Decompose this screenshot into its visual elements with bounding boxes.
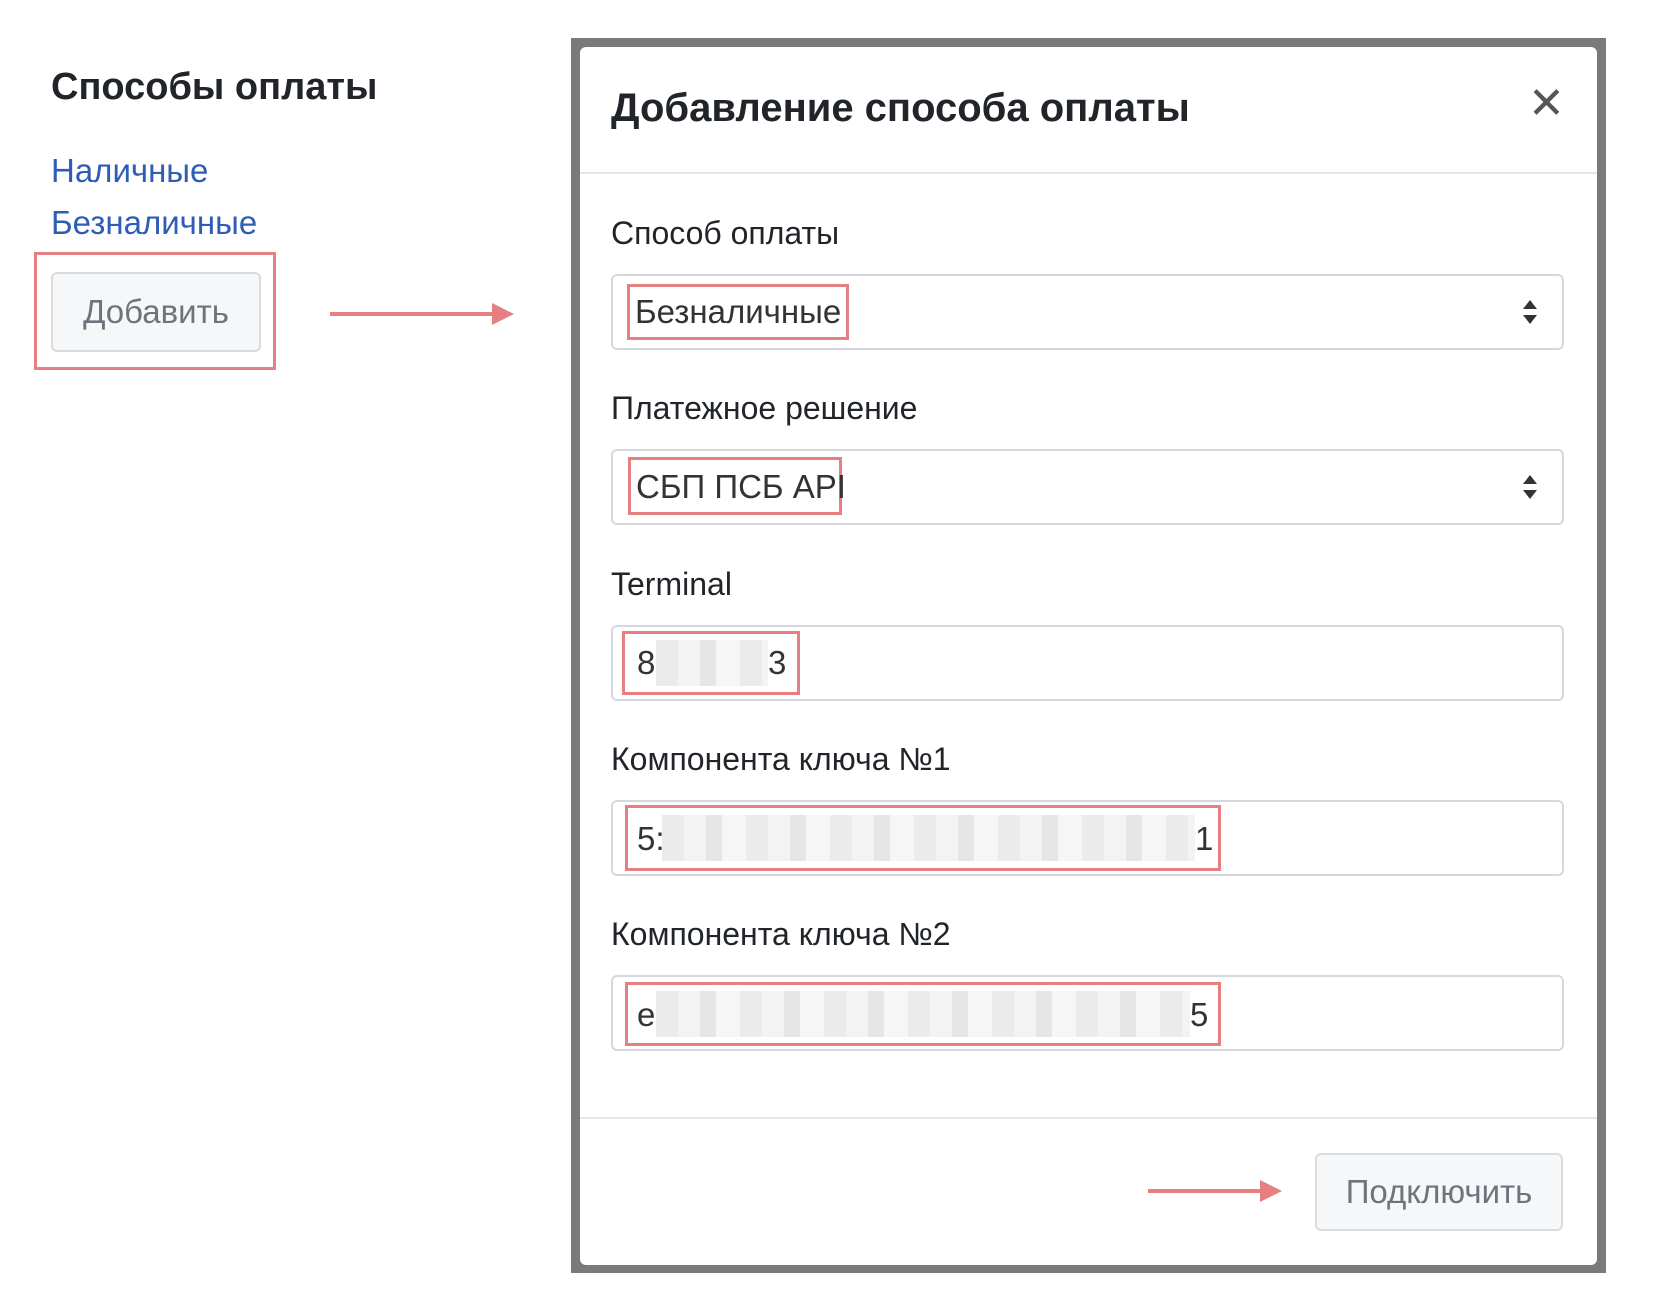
payment-solution-label: Платежное решение: [611, 390, 918, 426]
connect-button[interactable]: Подключить: [1315, 1153, 1563, 1231]
payment-method-label: Способ оплаты: [611, 215, 840, 251]
add-button[interactable]: Добавить: [51, 272, 261, 352]
terminal-value-start: 8: [637, 644, 656, 681]
key-component-1-value-end: 1: [1195, 820, 1214, 857]
terminal-label: Terminal: [611, 566, 732, 602]
redacted-blur: [662, 815, 1195, 861]
redacted-blur: [656, 640, 768, 686]
key-component-2-value-start: e: [637, 996, 656, 1033]
arrow-to-submit: [1148, 1180, 1282, 1202]
payment-method-value: Безналичные: [635, 293, 842, 330]
select-caret-icon: [1520, 298, 1540, 331]
terminal-value-end: 3: [768, 644, 787, 681]
payment-solution-value: СБП ПСБ API: [636, 468, 846, 505]
key-component-1-value-start: 5:: [637, 820, 665, 857]
modal-header-divider: [580, 172, 1597, 174]
key-component-2-label: Компонента ключа №2: [611, 916, 951, 952]
redacted-blur: [656, 991, 1190, 1037]
arrow-to-modal: [330, 303, 514, 325]
method-link-cashless[interactable]: Безналичные: [51, 204, 257, 242]
key-component-2-value-end: 5: [1190, 996, 1209, 1033]
modal-footer-divider: [580, 1117, 1597, 1119]
close-icon[interactable]: ✕: [1528, 82, 1565, 126]
select-caret-icon: [1520, 473, 1540, 506]
key-component-1-label: Компонента ключа №1: [611, 741, 951, 777]
method-link-cash[interactable]: Наличные: [51, 152, 208, 190]
page-title: Способы оплаты: [51, 66, 378, 108]
modal-title: Добавление способа оплаты: [611, 86, 1190, 130]
